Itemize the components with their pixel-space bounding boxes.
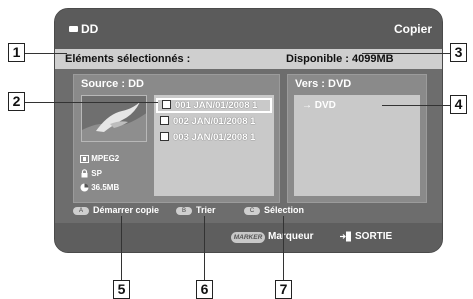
lock-icon <box>80 169 89 178</box>
checkbox-icon[interactable] <box>160 132 169 141</box>
sort-label[interactable]: Trier <box>196 205 216 215</box>
selection-label[interactable]: Sélection <box>264 205 304 215</box>
destination-list[interactable]: → DVD <box>294 95 420 196</box>
leader-line-6 <box>204 216 205 280</box>
mode-title: Copier <box>393 22 432 36</box>
callout-2: 2 <box>8 92 25 111</box>
arrow-right-icon: → <box>302 100 315 111</box>
tv-screen: DD Copier Eléments sélectionnés : Dispon… <box>54 8 443 253</box>
leader-line-7 <box>283 216 284 280</box>
list-item-label: 001 JAN/01/2008 1 <box>175 100 258 111</box>
marker-label[interactable]: Marqueur <box>268 231 314 242</box>
exit-icon[interactable] <box>340 231 352 245</box>
color-button-bar: A Démarrer copie B Trier C Sélection <box>55 205 442 219</box>
selected-items-label: Eléments sélectionnés : <box>65 53 191 65</box>
film-icon <box>80 154 89 163</box>
hdd-icon <box>69 26 78 32</box>
leader-line-5 <box>121 216 122 280</box>
list-item-label: 003 JAN/01/2008 1 <box>173 132 256 143</box>
destination-title: Vers : DVD <box>295 78 352 90</box>
destination-item[interactable]: → DVD <box>302 100 336 111</box>
codec-text: MPEG2 <box>91 154 120 163</box>
quality-text: SP <box>91 169 102 178</box>
pie-icon <box>80 183 89 192</box>
button-b-icon[interactable]: B <box>176 207 192 215</box>
screen-title: DD <box>81 22 99 36</box>
leader-line-1 <box>25 53 67 54</box>
callout-1: 1 <box>8 43 25 62</box>
title-bar: DD Copier <box>55 9 442 49</box>
button-c-icon[interactable]: C <box>244 207 260 215</box>
leader-line-4 <box>382 105 450 106</box>
list-item[interactable]: 002 JAN/01/2008 1 <box>156 116 272 131</box>
leader-line-3 <box>362 53 450 54</box>
quality-info: SP <box>80 169 102 178</box>
callout-6: 6 <box>196 280 213 299</box>
destination-item-label: DVD <box>314 100 336 111</box>
size-text: 36.5MB <box>91 183 120 192</box>
source-title: Source : DD <box>81 78 144 90</box>
list-item-label: 002 JAN/01/2008 1 <box>173 116 256 127</box>
start-copy-label[interactable]: Démarrer copie <box>93 205 159 215</box>
available-space-label: Disponible : 4099MB <box>286 53 394 65</box>
callout-4: 4 <box>450 95 467 114</box>
button-a-icon[interactable]: A <box>73 207 89 215</box>
callout-7: 7 <box>275 280 292 299</box>
list-item[interactable]: 003 JAN/01/2008 1 <box>156 132 272 147</box>
bottom-bar: MARKER Marqueur SORTIE <box>55 223 442 252</box>
marker-key-icon[interactable]: MARKER <box>231 232 265 243</box>
checkbox-icon[interactable] <box>162 100 171 109</box>
codec-info: MPEG2 <box>80 154 119 163</box>
checkbox-icon[interactable] <box>160 116 169 125</box>
callout-5: 5 <box>113 280 130 299</box>
source-panel: Source : DD MPEG2 SP 36.5MB 001 JAN/01/2… <box>73 74 280 203</box>
title-list[interactable]: 001 JAN/01/2008 1 002 JAN/01/2008 1 003 … <box>154 95 274 196</box>
destination-panel: Vers : DVD → DVD <box>287 74 427 203</box>
exit-label[interactable]: SORTIE <box>355 231 392 242</box>
leader-line-2 <box>25 102 158 103</box>
callout-3: 3 <box>450 43 467 62</box>
size-info: 36.5MB <box>80 183 119 192</box>
list-item[interactable]: 001 JAN/01/2008 1 <box>156 98 272 113</box>
info-bar: Eléments sélectionnés : Disponible : 409… <box>55 49 442 69</box>
